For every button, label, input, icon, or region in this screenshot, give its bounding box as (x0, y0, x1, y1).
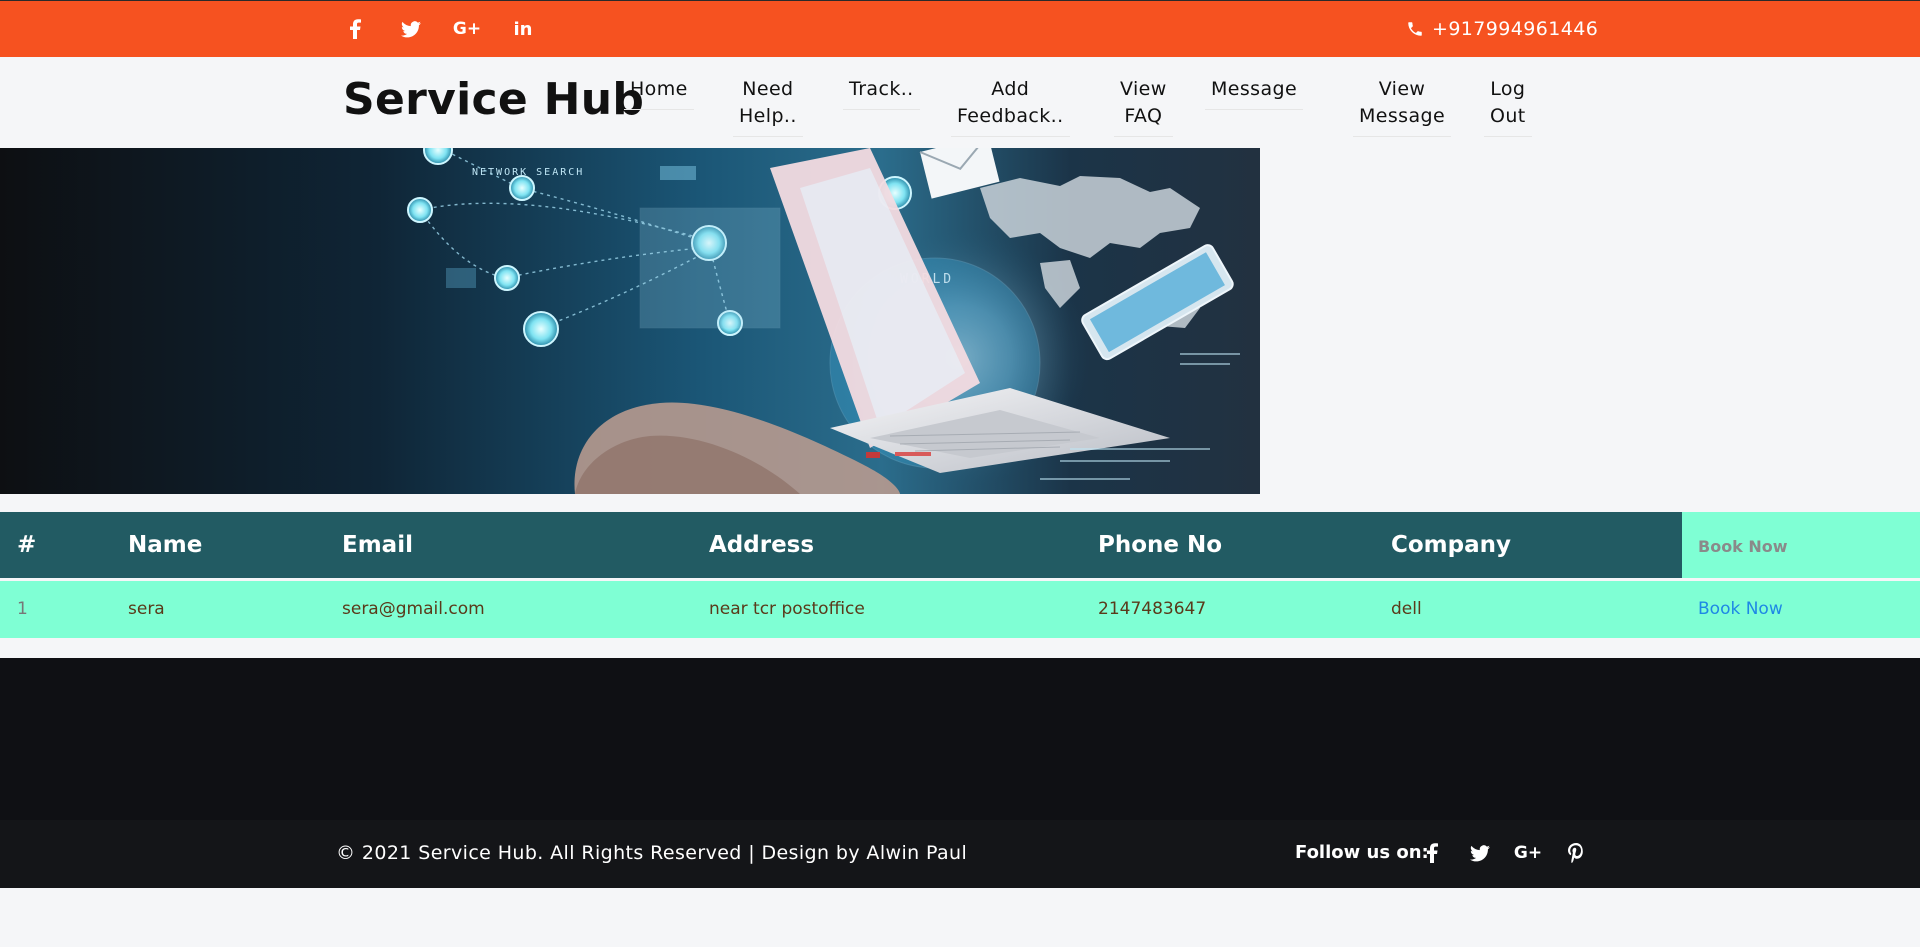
col-book-now: Book Now (1682, 512, 1920, 578)
hero-banner: NETWORK SEARCH WORLD (0, 148, 1260, 494)
nav-track[interactable]: Track.. (843, 76, 920, 110)
twitter-icon[interactable] (1466, 838, 1494, 868)
copyright-text: © 2021 Service Hub. All Rights Reserved … (336, 842, 968, 864)
col-phone: Phone No (1098, 532, 1223, 558)
col-name: Name (128, 532, 203, 558)
book-now-link[interactable]: Book Now (1698, 599, 1783, 619)
hero-illustration: NETWORK SEARCH WORLD (407, 148, 1240, 494)
follow-label: Follow us on: (1295, 842, 1429, 863)
twitter-icon[interactable] (396, 15, 426, 43)
cell-address: near tcr postoffice (709, 599, 865, 619)
facebook-icon[interactable] (1418, 838, 1446, 868)
google-plus-icon[interactable]: G+ (452, 15, 482, 43)
pinterest-icon[interactable] (1562, 838, 1590, 868)
facebook-icon[interactable] (340, 15, 370, 43)
footer-bar: © 2021 Service Hub. All Rights Reserved … (0, 820, 1920, 888)
nav-message[interactable]: Message (1205, 76, 1304, 110)
col-book-now-label: Book Now (1698, 537, 1788, 556)
nav-home[interactable]: Home (624, 76, 694, 110)
phone-icon (1408, 22, 1422, 36)
footer-area (0, 658, 1920, 820)
cell-company: dell (1391, 599, 1422, 619)
nav-log-out[interactable]: Log Out (1484, 76, 1532, 137)
col-email: Email (342, 532, 413, 558)
col-address: Address (709, 532, 815, 558)
col-company: Company (1391, 532, 1511, 558)
phone-number: +917994961446 (1432, 18, 1599, 40)
svg-text:NETWORK SEARCH: NETWORK SEARCH (472, 167, 584, 178)
nav-add-feedback[interactable]: Add Feedback.. (951, 76, 1070, 137)
top-bar: G+ in +917994961446 (0, 0, 1920, 57)
cell-phone: 2147483647 (1098, 599, 1207, 619)
linkedin-icon[interactable]: in (508, 15, 538, 43)
site-logo[interactable]: Service Hub (343, 74, 644, 125)
col-index: # (17, 532, 37, 558)
phone-contact[interactable]: +917994961446 (1406, 18, 1598, 40)
top-social-links: G+ in (340, 15, 538, 43)
nav-view-message[interactable]: View Message (1353, 76, 1452, 137)
nav-view-faq[interactable]: View FAQ (1114, 76, 1173, 137)
cell-index: 1 (17, 599, 28, 619)
table-header: # Name Email Address Phone No Company (0, 512, 1682, 578)
table-row: 1 sera sera@gmail.com near tcr postoffic… (0, 581, 1920, 638)
footer-social-links: G+ (1418, 838, 1590, 868)
cell-email: sera@gmail.com (342, 599, 485, 619)
nav-need-help[interactable]: Need Help.. (733, 76, 803, 137)
google-plus-icon[interactable]: G+ (1514, 838, 1542, 868)
cell-name: sera (128, 599, 165, 619)
